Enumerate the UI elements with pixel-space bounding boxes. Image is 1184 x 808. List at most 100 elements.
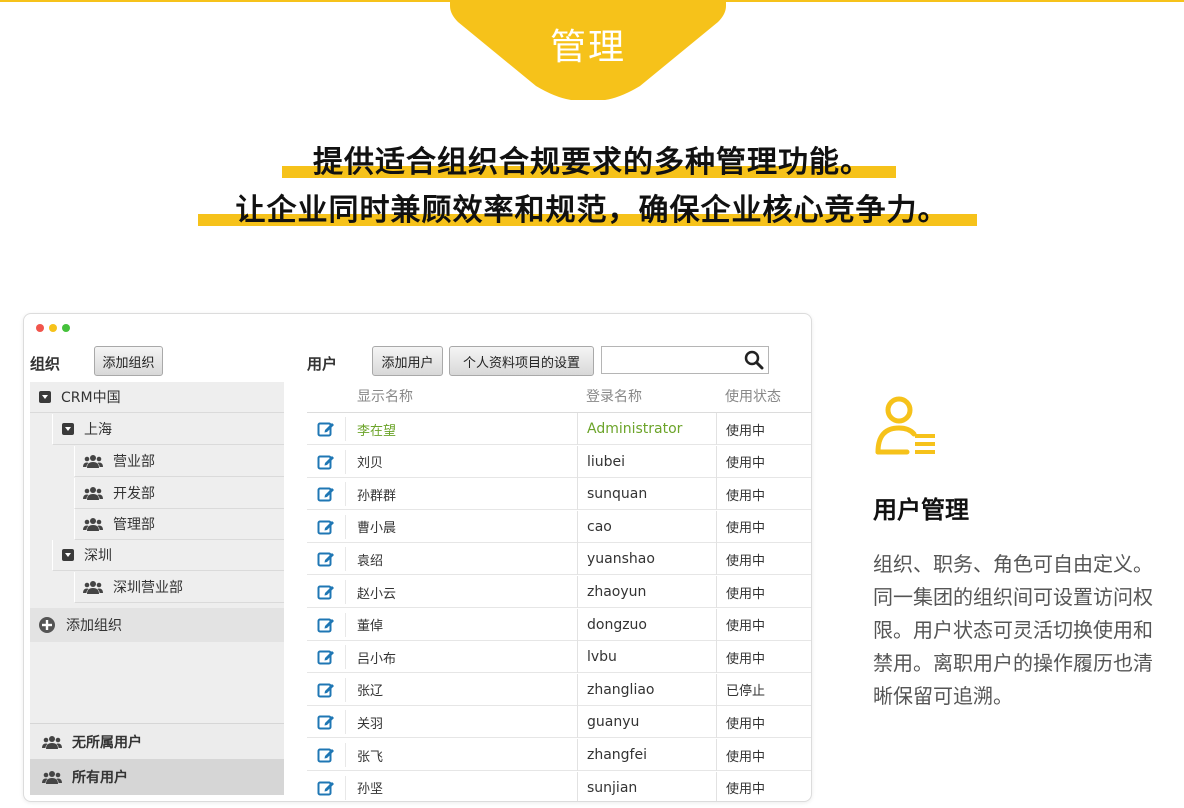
tree-item-shenzhen[interactable]: 深圳	[52, 540, 284, 571]
edit-icon[interactable]	[317, 478, 335, 510]
edit-icon[interactable]	[317, 739, 335, 771]
table-row[interactable]: 孙群群 sunquan 使用中	[307, 478, 811, 511]
group-icon	[83, 518, 103, 531]
user-display-name: 孙群群	[357, 488, 397, 504]
edit-icon[interactable]	[317, 511, 335, 543]
window-maximize-dot[interactable]	[62, 324, 70, 332]
tree-item-crm-china[interactable]: CRM中国	[30, 382, 284, 413]
user-label: 用户	[307, 355, 338, 373]
unassigned-users-item[interactable]: 无所属用户	[30, 723, 284, 759]
profile-settings-button[interactable]: 个人资料项目的设置	[449, 346, 594, 376]
cell-divider	[577, 478, 578, 511]
table-row[interactable]: 孙坚 sunjian 使用中	[307, 771, 811, 801]
collapse-icon[interactable]	[39, 391, 51, 403]
collapse-icon[interactable]	[62, 423, 74, 435]
column-header-display-name[interactable]: 显示名称	[357, 386, 413, 406]
edit-icon[interactable]	[317, 446, 335, 478]
edit-icon[interactable]	[317, 641, 335, 673]
table-row[interactable]: 袁绍 yuanshao 使用中	[307, 543, 811, 576]
cell-divider	[345, 710, 346, 735]
user-status: 使用中	[726, 782, 766, 798]
cell-divider	[577, 771, 578, 801]
user-display-name: 袁绍	[357, 553, 384, 569]
user-status: 已停止	[726, 684, 766, 700]
user-login-name: cao	[587, 518, 612, 535]
user-login-name: zhangfei	[587, 747, 647, 763]
add-org-button[interactable]: 添加组织	[94, 346, 163, 376]
table-row[interactable]: 张飞 zhangfei 使用中	[307, 739, 811, 771]
collapse-icon[interactable]	[62, 549, 74, 561]
column-header-status[interactable]: 使用状态	[725, 386, 781, 406]
window-close-dot[interactable]	[36, 324, 44, 332]
edit-icon[interactable]	[317, 674, 335, 706]
group-icon	[83, 487, 103, 500]
cell-divider	[577, 413, 578, 445]
table-row[interactable]: 曹小晨 cao 使用中	[307, 510, 811, 543]
edit-icon[interactable]	[317, 609, 335, 641]
cell-divider	[716, 739, 717, 771]
tree-item-shenzhen-sales[interactable]: 深圳营业部	[74, 572, 284, 603]
user-status: 使用中	[726, 619, 766, 635]
search-input[interactable]	[601, 346, 769, 374]
user-display-name: 赵小云	[357, 586, 397, 602]
search-icon[interactable]	[743, 349, 765, 371]
tree-item-admin-dept[interactable]: 管理部	[74, 509, 284, 540]
tree-item-sales-dept[interactable]: 营业部	[74, 446, 284, 477]
cell-divider	[716, 608, 717, 641]
table-row[interactable]: 吕小布 lvbu 使用中	[307, 641, 811, 674]
user-login-name: yuanshao	[587, 551, 655, 568]
tree-item-dev-dept[interactable]: 开发部	[74, 478, 284, 509]
table-row[interactable]: 李在望 Administrator 使用中	[307, 413, 811, 445]
edit-icon[interactable]	[317, 706, 335, 738]
user-login-name: lvbu	[587, 649, 617, 666]
table-row[interactable]: 刘贝 liubei 使用中	[307, 445, 811, 478]
cell-divider	[577, 641, 578, 674]
cell-divider	[577, 543, 578, 576]
group-icon	[83, 455, 103, 468]
user-status: 使用中	[726, 488, 766, 504]
cell-divider	[716, 641, 717, 674]
user-login-name: sunquan	[587, 486, 648, 503]
tree-item-label: 深圳营业部	[113, 580, 183, 596]
edit-icon[interactable]	[317, 576, 335, 608]
edit-icon[interactable]	[317, 543, 335, 575]
banner-title: 管理	[549, 27, 626, 68]
user-display-name: 孙坚	[357, 782, 384, 798]
table-row[interactable]: 关羽 guanyu 使用中	[307, 706, 811, 739]
add-circle-icon	[39, 617, 55, 633]
column-header-login-name[interactable]: 登录名称	[586, 386, 642, 406]
add-user-button[interactable]: 添加用户	[372, 346, 443, 376]
table-row[interactable]: 董倬 dongzuo 使用中	[307, 608, 811, 641]
table-row[interactable]: 张辽 zhangliao 已停止	[307, 673, 811, 706]
user-status: 使用中	[726, 521, 766, 537]
user-display-name: 张飞	[357, 749, 384, 765]
edit-icon[interactable]	[317, 413, 335, 445]
user-display-name: 关羽	[357, 716, 384, 732]
user-display-name: 张辽	[357, 684, 384, 700]
user-login-name: dongzuo	[587, 616, 647, 633]
tree-add-org[interactable]: 添加组织	[30, 608, 284, 642]
feature-description: 组织、职务、角色可自由定义。同一集团的组织间可设置访问权限。用户状态可灵活切换使…	[873, 552, 1153, 708]
table-row[interactable]: 赵小云 zhaoyun 使用中	[307, 576, 811, 608]
user-login-name: zhangliao	[587, 681, 655, 698]
headline-line-1: 提供适合组织合规要求的多种管理功能。	[313, 145, 871, 180]
cell-divider	[577, 510, 578, 543]
user-status: 使用中	[726, 423, 766, 439]
tree-item-label: 上海	[84, 422, 112, 438]
tree-item-label: CRM中国	[61, 390, 121, 406]
cell-divider	[345, 743, 346, 767]
app-window: 组织 添加组织 用户 添加用户 个人资料项目的设置 CRM中国 上海 营业部 开…	[23, 313, 812, 802]
feature-title: 用户管理	[873, 496, 969, 524]
cell-divider	[716, 445, 717, 478]
window-minimize-dot[interactable]	[49, 324, 57, 332]
cell-divider	[345, 612, 346, 637]
unassigned-users-label: 无所属用户	[72, 734, 142, 751]
tree-item-shanghai[interactable]: 上海	[52, 414, 284, 445]
cell-divider	[716, 673, 717, 706]
cell-divider	[577, 608, 578, 641]
cell-divider	[577, 739, 578, 771]
all-users-item[interactable]: 所有用户	[30, 759, 284, 795]
tree-add-org-label: 添加组织	[66, 618, 122, 634]
edit-icon[interactable]	[317, 772, 335, 801]
tree-item-label: 开发部	[113, 486, 155, 502]
